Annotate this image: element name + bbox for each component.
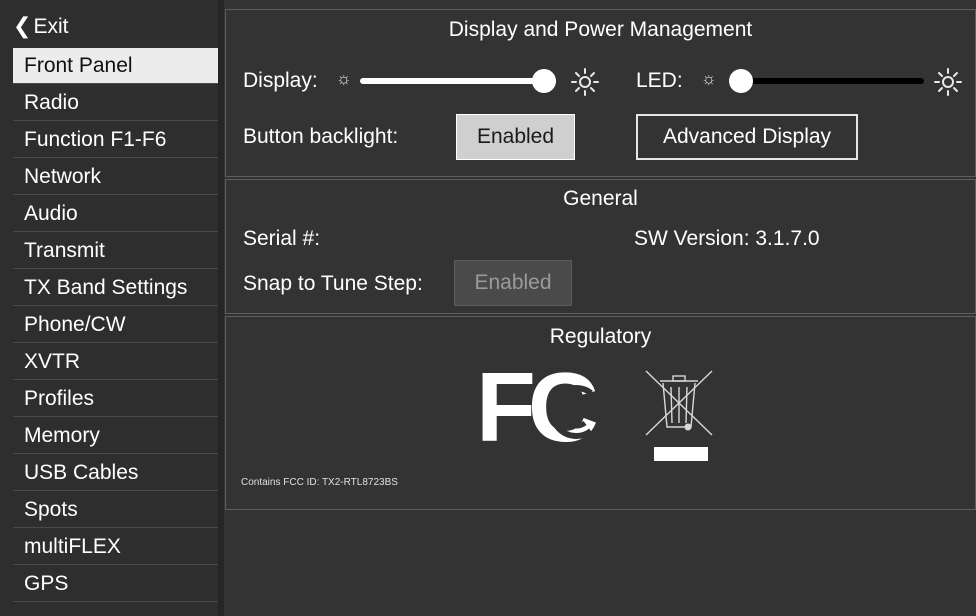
sidebar-item-spots[interactable]: Spots	[13, 492, 218, 528]
led-label: LED:	[636, 69, 683, 92]
snap-to-tune-step-label: Snap to Tune Step:	[243, 272, 423, 295]
fcc-c-mark	[549, 385, 593, 439]
settings-sidebar: ❮Exit Front Panel Radio Function F1-F6 N…	[0, 0, 218, 616]
advanced-display-button[interactable]: Advanced Display	[636, 114, 858, 160]
sidebar-item-network[interactable]: Network	[13, 159, 218, 195]
sidebar-item-transmit[interactable]: Transmit	[13, 233, 218, 269]
sidebar-item-front-panel[interactable]: Front Panel	[13, 48, 218, 84]
crossed-bin-icon	[645, 370, 713, 461]
led-slider-thumb[interactable]	[729, 69, 753, 93]
display-label: Display:	[243, 69, 318, 92]
display-power-panel: Display and Power Management Display: ☼ …	[225, 9, 976, 177]
sun-large-icon	[571, 68, 599, 96]
sun-small-icon: ☼	[336, 69, 352, 88]
button-backlight-toggle[interactable]: Enabled	[456, 114, 575, 160]
general-panel: General Serial #: SW Version: 3.1.7.0 Sn…	[225, 179, 976, 314]
sw-version: SW Version: 3.1.7.0	[634, 227, 820, 250]
sidebar-divider	[218, 0, 224, 616]
sidebar-item-audio[interactable]: Audio	[13, 196, 218, 232]
sidebar-item-function[interactable]: Function F1-F6	[13, 122, 218, 158]
regulatory-title: Regulatory	[549, 325, 652, 348]
button-backlight-label: Button backlight:	[243, 125, 399, 148]
sidebar-item-profiles[interactable]: Profiles	[13, 381, 218, 417]
sidebar-item-memory[interactable]: Memory	[13, 418, 218, 454]
fcc-id-text: Contains FCC ID: TX2-RTL8723BS	[241, 477, 398, 488]
led-brightness-slider[interactable]	[729, 68, 924, 94]
general-title: General	[563, 187, 638, 210]
display-slider-thumb[interactable]	[532, 69, 556, 93]
display-power-title: Display and Power Management	[448, 18, 753, 41]
serial-label: Serial #:	[243, 227, 321, 250]
sidebar-item-tx-band-settings[interactable]: TX Band Settings	[13, 270, 218, 306]
snap-to-tune-step-toggle[interactable]: Enabled	[454, 260, 572, 306]
sidebar-item-multiflex[interactable]: multiFLEX	[13, 529, 218, 565]
sidebar-item-xvtr[interactable]: XVTR	[13, 344, 218, 380]
sidebar-item-usb-cables[interactable]: USB Cables	[13, 455, 218, 491]
sidebar-item-phone-cw[interactable]: Phone/CW	[13, 307, 218, 343]
display-slider-track	[360, 78, 556, 84]
sidebar-item-gps[interactable]: GPS	[13, 566, 218, 602]
sun-small-icon: ☼	[701, 69, 717, 88]
chevron-left-icon: ❮	[13, 13, 32, 38]
display-brightness-slider[interactable]	[360, 68, 556, 94]
led-slider-track	[729, 78, 924, 84]
exit-label: Exit	[33, 15, 69, 38]
sun-large-icon	[934, 68, 962, 96]
fcc-logo: FC	[476, 357, 599, 459]
sidebar-item-radio[interactable]: Radio	[13, 85, 218, 121]
regulatory-panel: Regulatory FC Contains FCC ID: TX2-RTL87…	[225, 316, 976, 510]
exit-button[interactable]: ❮Exit	[0, 8, 205, 44]
